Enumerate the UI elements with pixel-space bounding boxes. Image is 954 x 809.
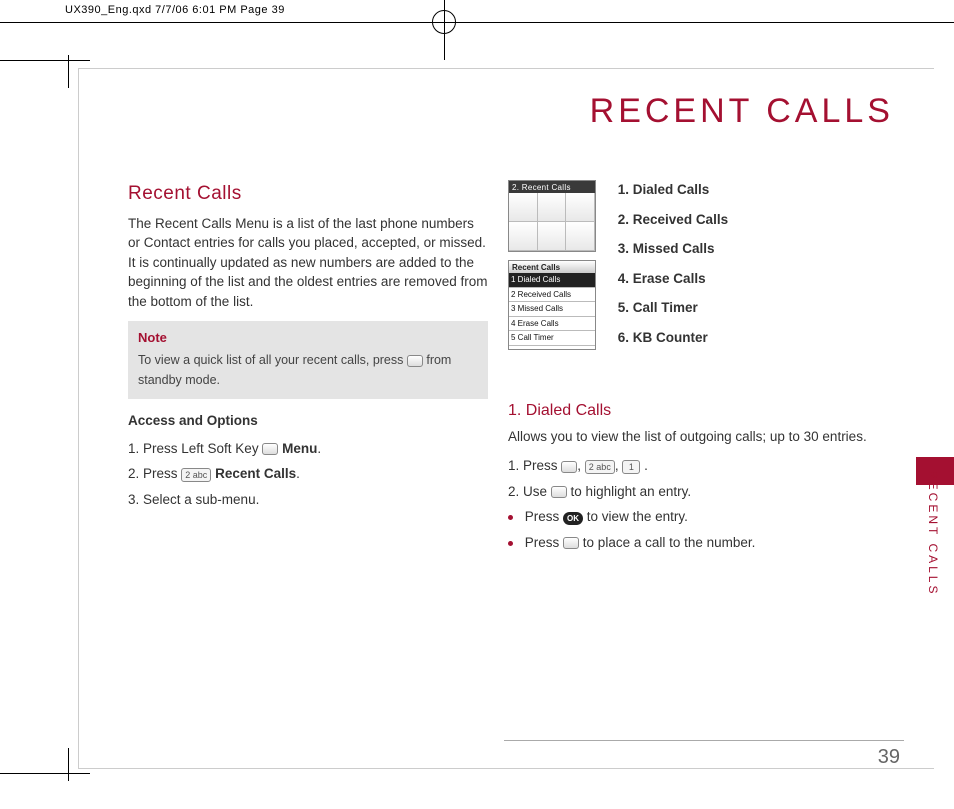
side-section-label: RECENT CALLS bbox=[926, 470, 940, 596]
note-label: Note bbox=[138, 329, 478, 348]
step-3: 3. Select a sub-menu. bbox=[128, 490, 488, 510]
key-1-icon: 1 bbox=[622, 460, 640, 474]
nav-key-icon bbox=[551, 486, 567, 498]
send-key-icon bbox=[563, 537, 579, 549]
step-1: 1. Press Left Soft Key Menu. bbox=[128, 439, 488, 459]
crop-header-text: UX390_Eng.qxd 7/7/06 6:01 PM Page 39 bbox=[65, 4, 285, 16]
db2-end: to place a call to the number. bbox=[583, 535, 756, 550]
dialed-bullet-1: Press OK to view the entry. bbox=[508, 507, 898, 527]
dialed-intro: Allows you to view the list of outgoing … bbox=[508, 427, 898, 447]
dialed-calls-heading: 1. Dialed Calls bbox=[508, 399, 898, 422]
note-box: Note To view a quick list of all your re… bbox=[128, 321, 488, 399]
left-soft-key-icon bbox=[561, 461, 577, 473]
db2-text: Press bbox=[525, 535, 563, 550]
dialed-bullet-2: Press to place a call to the number. bbox=[508, 533, 898, 553]
bullet-icon bbox=[508, 515, 513, 520]
dstep2-text: 2. Use bbox=[508, 484, 551, 499]
step1-text: 1. Press Left Soft Key bbox=[128, 441, 262, 456]
frame-line bbox=[68, 55, 69, 88]
db1-end: to view the entry. bbox=[587, 509, 688, 524]
step1-strong: Menu bbox=[282, 441, 317, 456]
access-and-options-heading: Access and Options bbox=[128, 411, 488, 431]
key-2abc-icon: 2 abc bbox=[585, 460, 615, 474]
dialed-step-2: 2. Use to highlight an entry. bbox=[508, 482, 898, 502]
thumb2-row: 1 Dialed Calls bbox=[509, 273, 595, 288]
menu-thumbnail-2: Recent Calls 1 Dialed Calls 2 Received C… bbox=[508, 260, 596, 350]
submenu-list: 1. Dialed Calls 2. Received Calls 3. Mis… bbox=[618, 180, 728, 357]
frame-line bbox=[0, 60, 90, 61]
thumb-row: 2. Recent Calls Recent Calls 1 Dialed Ca… bbox=[508, 180, 898, 357]
ok-key-icon: OK bbox=[563, 512, 583, 525]
step-2: 2. Press 2 abc Recent Calls. bbox=[128, 464, 488, 484]
step2-end: . bbox=[296, 466, 300, 481]
dstep1-text: 1. Press bbox=[508, 458, 561, 473]
bullet-icon bbox=[508, 541, 513, 546]
frame-line bbox=[68, 748, 69, 781]
note-text: To view a quick list of all your recent … bbox=[138, 353, 451, 387]
thumb2-row: 4 Erase Calls bbox=[509, 317, 595, 332]
manual-page: UX390_Eng.qxd 7/7/06 6:01 PM Page 39 REC… bbox=[0, 0, 954, 809]
left-soft-key-icon bbox=[262, 443, 278, 455]
frame-line bbox=[0, 773, 90, 774]
thumb2-row: 5 Call Timer bbox=[509, 331, 595, 346]
intro-paragraph: The Recent Calls Menu is a list of the l… bbox=[128, 214, 488, 312]
right-column: 2. Recent Calls Recent Calls 1 Dialed Ca… bbox=[508, 180, 898, 558]
send-key-icon bbox=[407, 355, 423, 367]
thumb1-title: 2. Recent Calls bbox=[509, 181, 595, 193]
step2-strong: Recent Calls bbox=[215, 466, 296, 481]
step1-end: . bbox=[317, 441, 321, 456]
dialed-step-1: 1. Press , 2 abc, 1 . bbox=[508, 456, 898, 476]
submenu-item: 4. Erase Calls bbox=[618, 269, 728, 289]
step2-text: 2. Press bbox=[128, 466, 181, 481]
thumb2-row: 2 Received Calls bbox=[509, 288, 595, 303]
page-title: RECENT CALLS bbox=[590, 92, 894, 131]
dstep2-end: to highlight an entry. bbox=[571, 484, 692, 499]
submenu-item: 2. Received Calls bbox=[618, 210, 728, 230]
submenu-item: 3. Missed Calls bbox=[618, 239, 728, 259]
menu-thumbnail-1: 2. Recent Calls bbox=[508, 180, 596, 252]
key-2abc-icon: 2 abc bbox=[181, 468, 211, 482]
section-heading-recent-calls: Recent Calls bbox=[128, 180, 488, 208]
db1-text: Press bbox=[525, 509, 563, 524]
footer-rule bbox=[504, 740, 904, 741]
left-column: Recent Calls The Recent Calls Menu is a … bbox=[128, 180, 488, 516]
dstep1-end: . bbox=[644, 458, 648, 473]
submenu-item: 5. Call Timer bbox=[618, 298, 728, 318]
submenu-item: 1. Dialed Calls bbox=[618, 180, 728, 200]
page-number: 39 bbox=[878, 746, 900, 769]
note-text-a: To view a quick list of all your recent … bbox=[138, 353, 407, 367]
submenu-item: 6. KB Counter bbox=[618, 328, 728, 348]
thumb2-rows: 1 Dialed Calls 2 Received Calls 3 Missed… bbox=[509, 273, 595, 349]
thumb2-row: 3 Missed Calls bbox=[509, 302, 595, 317]
thumb2-title: Recent Calls bbox=[509, 261, 595, 273]
